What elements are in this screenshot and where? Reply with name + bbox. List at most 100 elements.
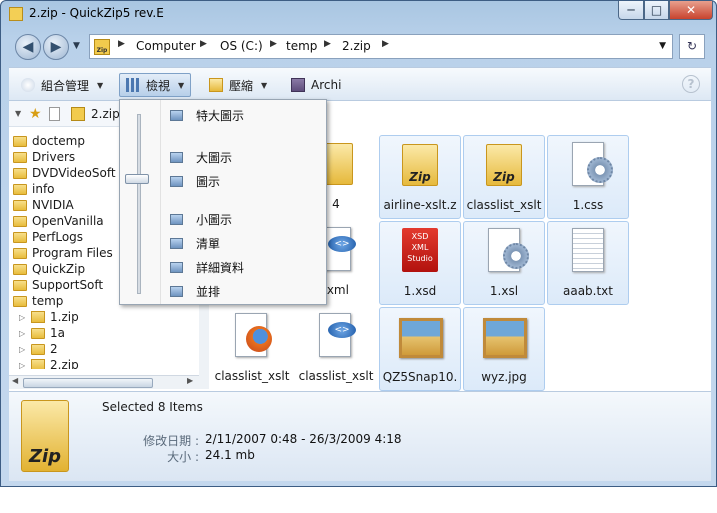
tree-item[interactable]: NVIDIA (13, 197, 74, 213)
modified-date-label: 修改日期 : (143, 434, 199, 448)
file-item[interactable]: Zip classlist_xslt (463, 135, 545, 219)
folder-icon (13, 247, 27, 259)
expand-icon[interactable]: ▷ (19, 329, 31, 338)
scroll-left-icon[interactable]: ◀ (12, 376, 18, 385)
tree-item[interactable]: SupportSoft (13, 277, 103, 293)
toolbar: 組合管理 ▼ 檢視 ▼ 壓縮 ▼ Archi ? (9, 67, 711, 101)
tree-item[interactable]: Drivers (13, 149, 75, 165)
image-file-icon (399, 318, 443, 358)
expand-icon[interactable]: ▷ (19, 345, 31, 354)
menu-item-small-icons[interactable]: 小圖示 (170, 210, 232, 228)
file-item[interactable]: XSD XML Studio 1.xsd (379, 221, 461, 305)
chevron-down-icon[interactable]: ▼ (15, 109, 21, 118)
breadcrumb-os-drive[interactable]: OS (C:) (220, 39, 263, 53)
file-item[interactable]: 1.css (547, 135, 629, 219)
minimize-button[interactable]: ─ (618, 1, 644, 20)
chevron-down-icon: ▼ (178, 80, 185, 90)
compress-label: 壓縮 (229, 78, 254, 93)
breadcrumb-separator[interactable]: ▶ (270, 39, 277, 49)
tree-item[interactable]: OpenVanilla (13, 213, 104, 229)
title-bar[interactable]: 2.zip - QuickZip5 rev.E ─ □ ✕ (1, 1, 716, 27)
icon-size-slider-thumb[interactable] (125, 174, 149, 184)
menu-item-tiles[interactable]: 並排 (170, 282, 220, 300)
file-item[interactable]: 1.xsl (463, 221, 545, 305)
address-bar[interactable]: Zip ▶ Computer ▶ OS (C:) ▶ temp ▶ 2.zip … (89, 34, 673, 59)
tree-item[interactable]: doctemp (13, 133, 85, 149)
firefox-logo-icon (246, 326, 272, 352)
forward-button[interactable]: ▶ (43, 34, 69, 60)
tree-horizontal-scrollbar[interactable]: ◀ ▶ (9, 375, 199, 389)
image-file-icon (483, 318, 527, 358)
size-value: 24.1 mb (205, 448, 255, 462)
breadcrumb-computer[interactable]: Computer (136, 39, 196, 53)
small-icons-icon (170, 213, 183, 225)
breadcrumb-2zip[interactable]: 2.zip (342, 39, 371, 53)
file-item[interactable]: Zip airline-xslt.z (379, 135, 461, 219)
address-dropdown[interactable]: ▼ (659, 41, 666, 51)
expand-icon[interactable]: ▷ (19, 313, 31, 322)
tree-item[interactable]: PerfLogs (13, 229, 83, 245)
text-file-icon (572, 228, 604, 272)
favorites-star-icon[interactable]: ★ (29, 106, 42, 122)
organize-button[interactable]: 組合管理 ▼ (21, 75, 103, 95)
close-button[interactable]: ✕ (669, 1, 713, 20)
refresh-button[interactable]: ↻ (679, 34, 705, 59)
menu-item-list[interactable]: 清單 (170, 234, 220, 252)
breadcrumb-temp[interactable]: temp (286, 39, 317, 53)
tree-item[interactable]: ▷ 1.zip (19, 309, 79, 325)
menu-item-label: 圖示 (196, 174, 221, 189)
tree-item[interactable]: Program Files (13, 245, 113, 261)
menu-item-label: 清單 (196, 236, 221, 251)
tree-item-label: QuickZip (32, 262, 86, 276)
menu-item-extra-large-icons[interactable]: 特大圖示 (170, 106, 244, 124)
help-icon[interactable]: ? (682, 75, 700, 93)
menu-item-large-icons[interactable]: 大圖示 (170, 148, 232, 166)
view-label: 檢視 (146, 78, 171, 93)
tree-item-label: 1.zip (50, 310, 79, 324)
back-button[interactable]: ◀ (15, 34, 41, 60)
folder-icon (13, 199, 27, 211)
tree-header-label[interactable]: 2.zip (91, 107, 120, 121)
chevron-down-icon: ▼ (97, 80, 104, 90)
compress-button[interactable]: 壓縮 ▼ (209, 75, 267, 95)
folder-icon (13, 279, 27, 291)
breadcrumb-separator[interactable]: ▶ (382, 39, 389, 49)
file-item-label: classlist_xslt (298, 369, 374, 383)
scroll-thumb[interactable] (23, 378, 153, 388)
archive-icon (291, 78, 305, 92)
zip-folder-icon (31, 311, 45, 323)
tree-item[interactable]: temp (13, 293, 63, 309)
tree-item[interactable]: QuickZip (13, 261, 85, 277)
file-item-label: aaab.txt (562, 284, 613, 298)
app-icon (9, 7, 23, 21)
file-item[interactable]: QZ5Snap10. (379, 307, 461, 391)
tiles-icon (170, 285, 183, 297)
tree-item[interactable]: ▷ 2 (19, 341, 58, 357)
tree-item-label: PerfLogs (32, 230, 84, 244)
menu-item-icons[interactable]: 圖示 (170, 172, 220, 190)
tree-item[interactable]: ▷ 1a (19, 325, 65, 341)
file-item[interactable]: <> classlist_xslt (295, 307, 377, 391)
tree-item[interactable]: DVDVideoSoft (13, 165, 116, 181)
gear-icon (503, 243, 529, 269)
expand-icon[interactable]: ▷ (19, 361, 31, 370)
breadcrumb-separator[interactable]: ▶ (324, 39, 331, 49)
archi-button[interactable]: Archi (291, 75, 341, 95)
file-item-label: classlist_xslt (214, 369, 290, 383)
icon-size-slider-track[interactable] (137, 114, 141, 294)
file-item[interactable]: wyz.jpg (463, 307, 545, 391)
menu-item-label: 小圖示 (196, 212, 233, 227)
tree-item[interactable]: info (13, 181, 55, 197)
breadcrumb-separator[interactable]: ▶ (118, 39, 125, 49)
document-icon[interactable] (49, 107, 60, 121)
breadcrumb-separator[interactable]: ▶ (200, 39, 207, 49)
maximize-button[interactable]: □ (644, 1, 669, 20)
menu-item-details[interactable]: 詳細資料 (170, 258, 244, 276)
file-item[interactable]: classlist_xslt (211, 307, 293, 391)
tree-item[interactable]: ▷ 2.zip (19, 357, 79, 369)
file-item[interactable]: aaab.txt (547, 221, 629, 305)
view-button[interactable]: 檢視 ▼ (119, 73, 192, 97)
scroll-right-icon[interactable]: ▶ (187, 376, 193, 385)
folder-icon (13, 183, 27, 195)
recent-pages-dropdown[interactable]: ▼ (73, 41, 80, 51)
